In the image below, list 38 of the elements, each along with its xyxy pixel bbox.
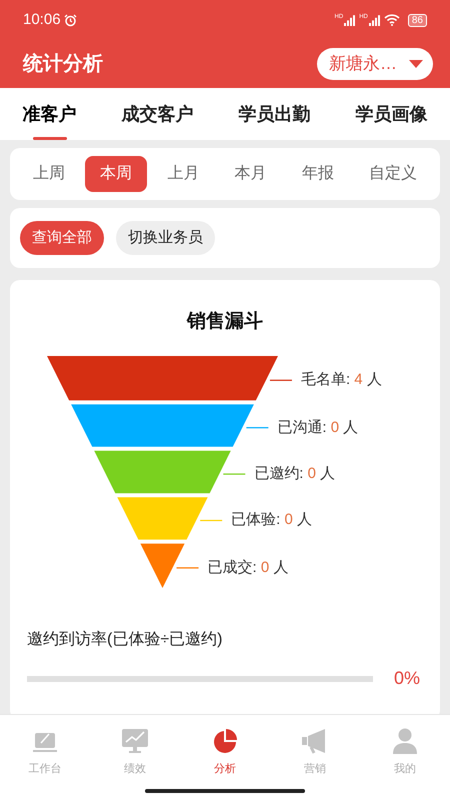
period-tab[interactable]: 上月: [152, 156, 214, 192]
tab[interactable]: 学员画像: [356, 88, 428, 140]
period-tab[interactable]: 本周: [85, 156, 148, 192]
caret-icon: [409, 60, 423, 68]
stage-label: 毛名单: 4 人: [300, 370, 382, 390]
tab[interactable]: 准客户: [22, 88, 76, 140]
battery-indicator: 86: [408, 14, 427, 26]
store-select[interactable]: 新塘永…: [317, 48, 433, 80]
signal-icon: [368, 15, 380, 26]
pie-chart-icon: [211, 727, 239, 755]
filter-chip[interactable]: 切换业务员: [116, 221, 215, 255]
page-title: 统计分析: [23, 52, 103, 77]
stage-label: 已成交: 0 人: [208, 558, 288, 578]
leader-line: [270, 380, 292, 381]
person-icon: [391, 727, 419, 755]
tab[interactable]: 学员出勤: [238, 88, 310, 140]
nav-tab[interactable]: 分析: [195, 727, 255, 778]
wifi-icon: [384, 14, 400, 26]
monitor-chart-icon: [121, 727, 149, 755]
signal-icon: [344, 15, 356, 26]
alarm-icon: [64, 14, 77, 26]
leader-line: [176, 567, 199, 568]
tab[interactable]: 成交客户: [122, 88, 194, 140]
chart-title: 销售漏斗: [185, 310, 264, 334]
rate-title: 邀约到访率(已体验÷已邀约): [27, 630, 222, 650]
stage-label: 已邀约: 0 人: [254, 464, 336, 484]
filter-chip[interactable]: 查询全部: [20, 221, 104, 255]
period-tab[interactable]: 年报: [286, 156, 349, 192]
period-tab[interactable]: 上周: [18, 156, 80, 192]
status-time: 10:06: [23, 10, 61, 30]
period-tab[interactable]: 本月: [220, 156, 282, 192]
rate-value: 0%: [394, 667, 420, 690]
leader-line: [200, 520, 222, 522]
stage-label: 已沟通: 0 人: [277, 418, 358, 438]
period-tab[interactable]: 自定义: [354, 156, 432, 192]
leader-line: [246, 427, 268, 428]
stage-label: 已体验: 0 人: [231, 510, 312, 530]
leader-line: [223, 474, 246, 475]
